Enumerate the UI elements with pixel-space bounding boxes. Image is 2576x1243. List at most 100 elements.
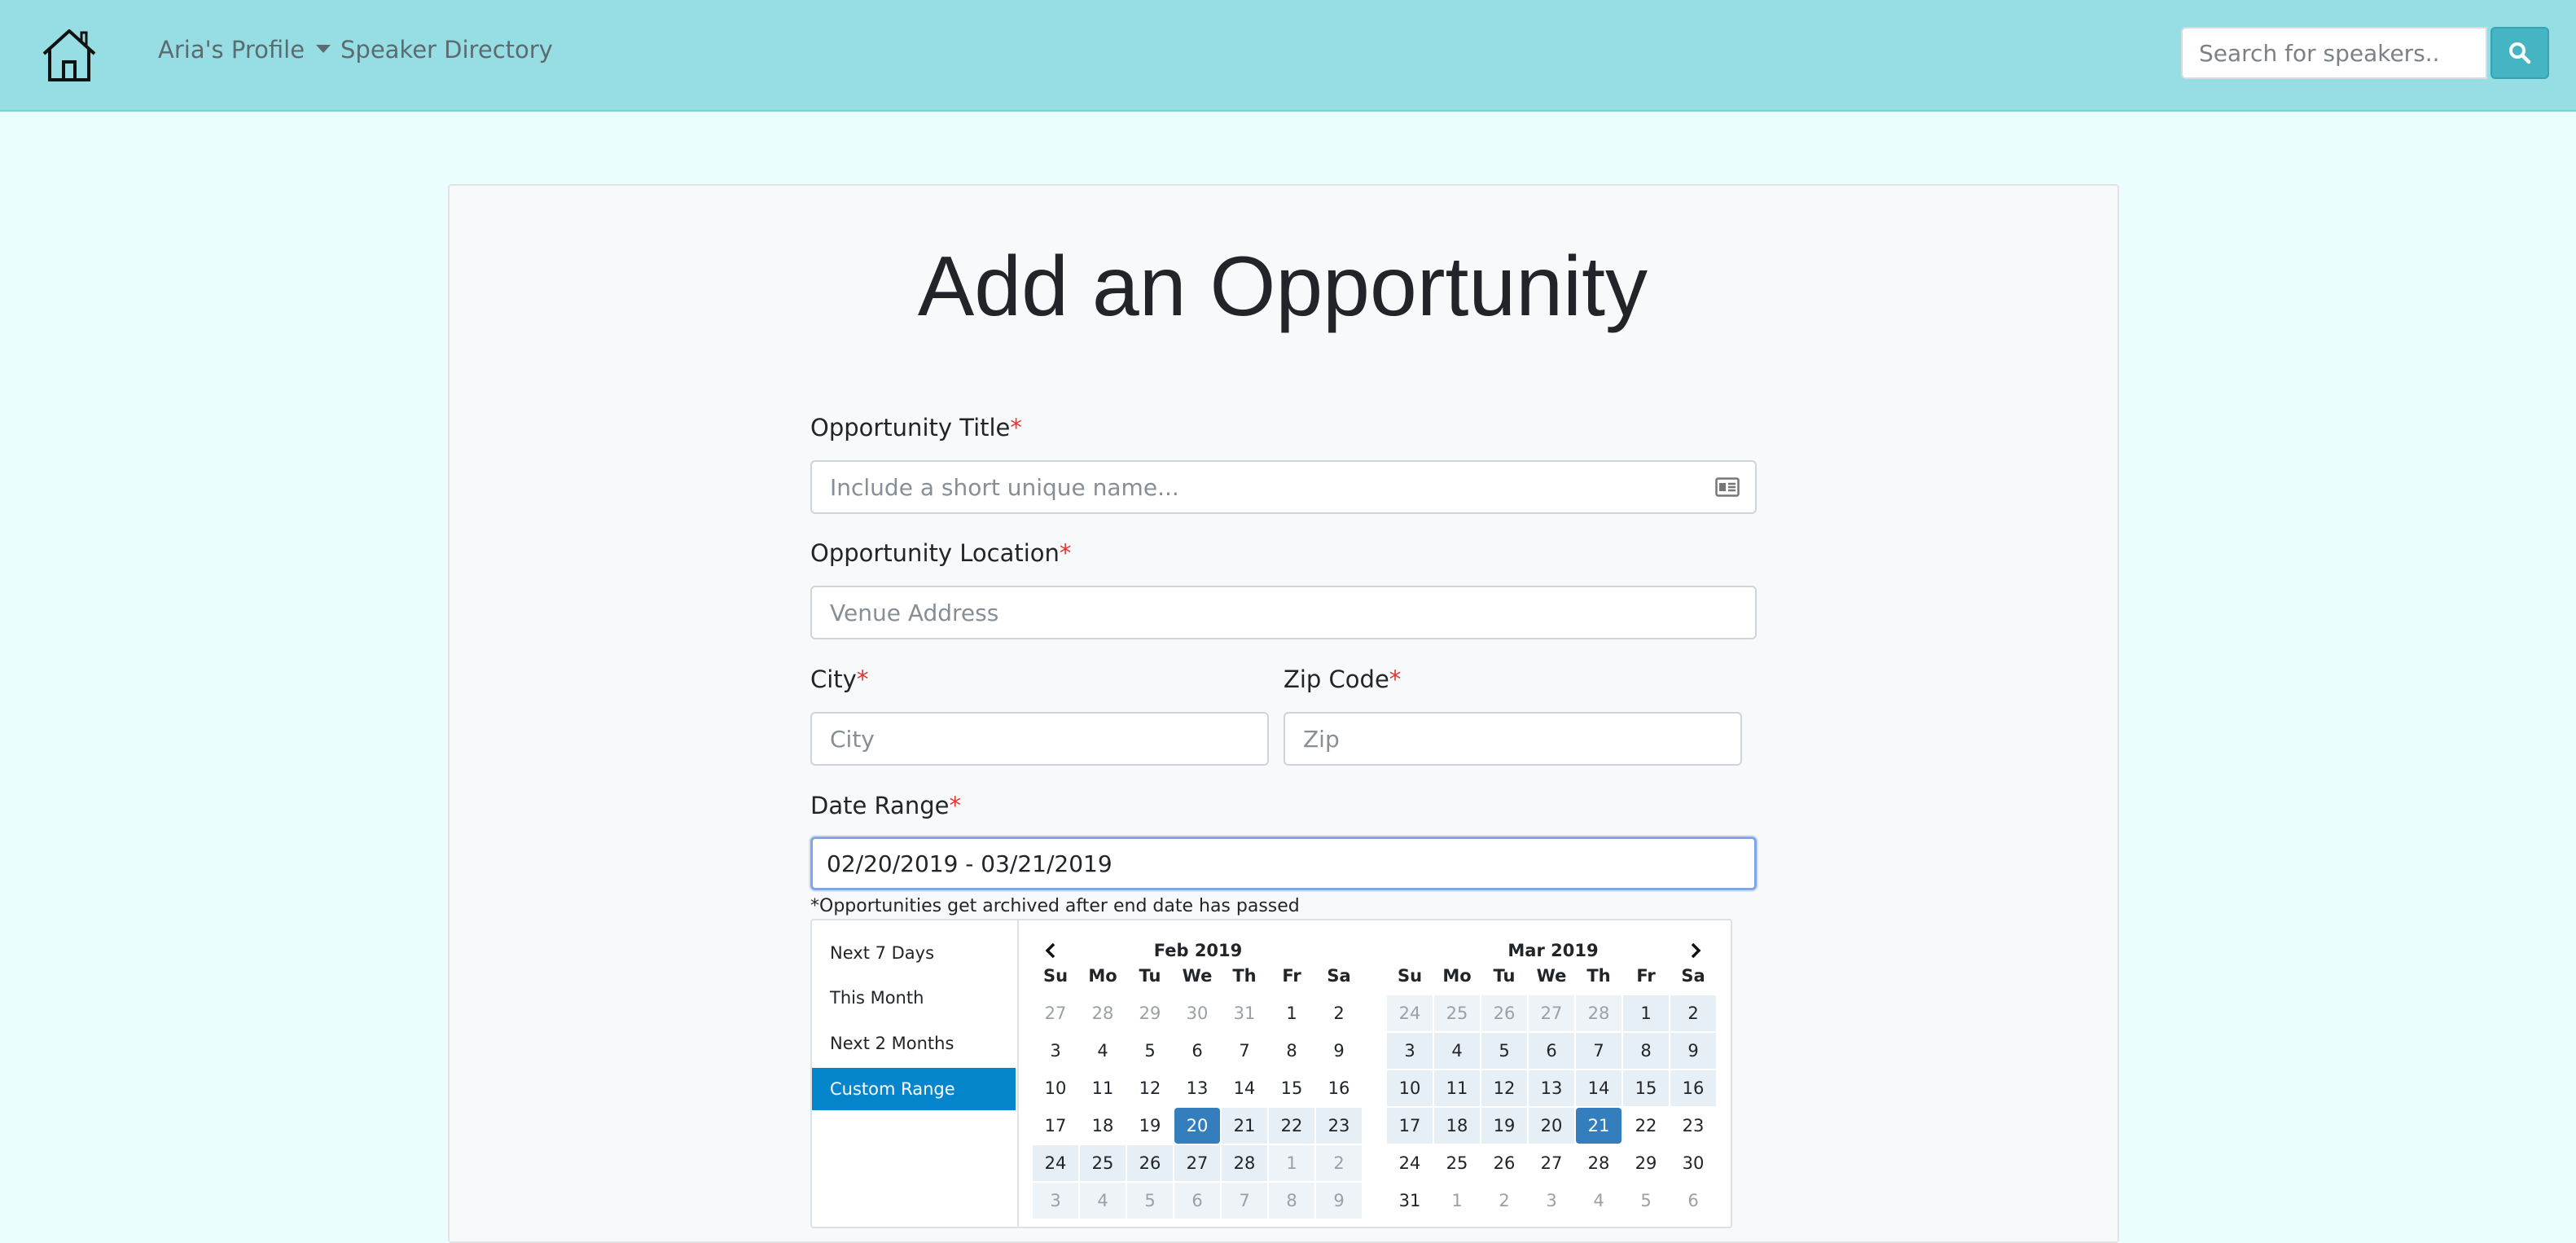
right-day-04-01[interactable]: 1: [1434, 1183, 1480, 1219]
left-day-01-28[interactable]: 28: [1080, 995, 1126, 1031]
right-day-04-02[interactable]: 2: [1481, 1183, 1527, 1219]
left-day-02-09[interactable]: 9: [1316, 1033, 1362, 1069]
city-input[interactable]: [810, 712, 1269, 766]
left-day-02-12[interactable]: 12: [1127, 1070, 1173, 1106]
left-day-02-22[interactable]: 22: [1269, 1108, 1314, 1144]
right-day-03-09[interactable]: 9: [1670, 1033, 1716, 1069]
right-day-03-22[interactable]: 22: [1623, 1108, 1669, 1144]
right-day-04-05[interactable]: 5: [1623, 1183, 1669, 1219]
right-day-03-20[interactable]: 20: [1529, 1108, 1574, 1144]
right-day-03-14[interactable]: 14: [1576, 1070, 1622, 1106]
left-day-02-20[interactable]: 20: [1174, 1108, 1220, 1144]
left-day-02-28[interactable]: 28: [1222, 1145, 1267, 1181]
right-day-03-19[interactable]: 19: [1481, 1108, 1527, 1144]
left-day-03-02[interactable]: 2: [1316, 1145, 1362, 1181]
right-day-03-12[interactable]: 12: [1481, 1070, 1527, 1106]
left-day-02-19[interactable]: 19: [1127, 1108, 1173, 1144]
left-day-02-16[interactable]: 16: [1316, 1070, 1362, 1106]
left-day-02-24[interactable]: 24: [1033, 1145, 1078, 1181]
search-button[interactable]: [2490, 27, 2549, 79]
right-day-02-24[interactable]: 24: [1387, 995, 1433, 1031]
left-day-02-06[interactable]: 6: [1174, 1033, 1220, 1069]
right-day-03-27[interactable]: 27: [1529, 1145, 1574, 1181]
left-day-02-18[interactable]: 18: [1080, 1108, 1126, 1144]
left-day-03-05[interactable]: 5: [1127, 1183, 1173, 1219]
right-day-03-15[interactable]: 15: [1623, 1070, 1669, 1106]
range-next-2-months[interactable]: Next 2 Months: [812, 1022, 1016, 1065]
left-day-02-11[interactable]: 11: [1080, 1070, 1126, 1106]
left-day-03-08[interactable]: 8: [1269, 1183, 1314, 1219]
right-day-02-27[interactable]: 27: [1529, 995, 1574, 1031]
left-day-01-31[interactable]: 31: [1222, 995, 1267, 1031]
left-day-02-04[interactable]: 4: [1080, 1033, 1126, 1069]
right-day-03-30[interactable]: 30: [1670, 1145, 1716, 1181]
speaker-directory-link[interactable]: Speaker Directory: [340, 36, 553, 64]
right-day-04-04[interactable]: 4: [1576, 1183, 1622, 1219]
right-day-03-26[interactable]: 26: [1481, 1145, 1527, 1181]
right-day-03-03[interactable]: 3: [1387, 1033, 1433, 1069]
left-day-02-17[interactable]: 17: [1033, 1108, 1078, 1144]
right-day-03-05[interactable]: 5: [1481, 1033, 1527, 1069]
left-day-02-13[interactable]: 13: [1174, 1070, 1220, 1106]
left-day-02-25[interactable]: 25: [1080, 1145, 1126, 1181]
right-day-03-13[interactable]: 13: [1529, 1070, 1574, 1106]
right-day-02-25[interactable]: 25: [1434, 995, 1480, 1031]
right-day-02-28[interactable]: 28: [1576, 995, 1622, 1031]
right-day-04-03[interactable]: 3: [1529, 1183, 1574, 1219]
right-day-03-04[interactable]: 4: [1434, 1033, 1480, 1069]
left-day-01-29[interactable]: 29: [1127, 995, 1173, 1031]
zip-input[interactable]: [1284, 712, 1742, 766]
left-day-02-26[interactable]: 26: [1127, 1145, 1173, 1181]
right-day-03-08[interactable]: 8: [1623, 1033, 1669, 1069]
right-day-03-25[interactable]: 25: [1434, 1145, 1480, 1181]
right-day-02-26[interactable]: 26: [1481, 995, 1527, 1031]
opportunity-title-input[interactable]: [810, 460, 1757, 514]
venue-address-input[interactable]: [810, 586, 1757, 639]
right-day-03-02[interactable]: 2: [1670, 995, 1716, 1031]
home-icon[interactable]: [39, 26, 99, 83]
left-day-02-10[interactable]: 10: [1033, 1070, 1078, 1106]
left-day-02-15[interactable]: 15: [1269, 1070, 1314, 1106]
left-day-02-14[interactable]: 14: [1222, 1070, 1267, 1106]
right-day-03-28[interactable]: 28: [1576, 1145, 1622, 1181]
left-day-03-06[interactable]: 6: [1174, 1183, 1220, 1219]
right-day-03-21[interactable]: 21: [1576, 1108, 1622, 1144]
left-day-02-03[interactable]: 3: [1033, 1033, 1078, 1069]
left-day-03-03[interactable]: 3: [1033, 1183, 1078, 1219]
left-day-01-30[interactable]: 30: [1174, 995, 1220, 1031]
right-day-03-29[interactable]: 29: [1623, 1145, 1669, 1181]
right-day-03-18[interactable]: 18: [1434, 1108, 1480, 1144]
left-day-02-07[interactable]: 7: [1222, 1033, 1267, 1069]
right-day-03-24[interactable]: 24: [1387, 1145, 1433, 1181]
profile-dropdown[interactable]: Aria's Profile: [158, 36, 331, 64]
next-month-icon[interactable]: [1687, 942, 1705, 960]
left-day-02-21[interactable]: 21: [1222, 1108, 1267, 1144]
left-day-02-08[interactable]: 8: [1269, 1033, 1314, 1069]
date-range-input[interactable]: [810, 837, 1757, 890]
right-day-03-11[interactable]: 11: [1434, 1070, 1480, 1106]
range-next-7-days[interactable]: Next 7 Days: [812, 932, 1016, 974]
right-day-03-06[interactable]: 6: [1529, 1033, 1574, 1069]
left-day-02-02[interactable]: 2: [1316, 995, 1362, 1031]
right-day-03-07[interactable]: 7: [1576, 1033, 1622, 1069]
left-day-02-05[interactable]: 5: [1127, 1033, 1173, 1069]
left-day-02-01[interactable]: 1: [1269, 995, 1314, 1031]
right-day-03-17[interactable]: 17: [1387, 1108, 1433, 1144]
right-day-04-06[interactable]: 6: [1670, 1183, 1716, 1219]
range-custom-range[interactable]: Custom Range: [812, 1068, 1016, 1110]
right-day-03-23[interactable]: 23: [1670, 1108, 1716, 1144]
left-day-03-01[interactable]: 1: [1269, 1145, 1314, 1181]
right-day-03-16[interactable]: 16: [1670, 1070, 1716, 1106]
left-day-03-04[interactable]: 4: [1080, 1183, 1126, 1219]
right-day-03-10[interactable]: 10: [1387, 1070, 1433, 1106]
left-day-03-07[interactable]: 7: [1222, 1183, 1267, 1219]
left-day-02-27[interactable]: 27: [1174, 1145, 1220, 1181]
left-day-02-23[interactable]: 23: [1316, 1108, 1362, 1144]
search-input[interactable]: [2181, 27, 2487, 79]
left-day-03-09[interactable]: 9: [1316, 1183, 1362, 1219]
right-day-03-31[interactable]: 31: [1387, 1183, 1433, 1219]
range-this-month[interactable]: This Month: [812, 977, 1016, 1019]
prev-month-icon[interactable]: [1042, 942, 1060, 960]
right-day-03-01[interactable]: 1: [1623, 995, 1669, 1031]
left-day-01-27[interactable]: 27: [1033, 995, 1078, 1031]
